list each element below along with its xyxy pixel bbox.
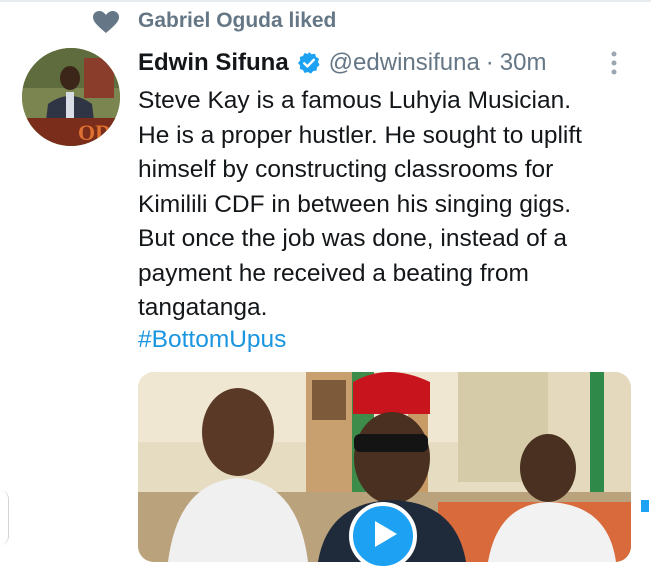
tweet-text: Steve Kay is a famous Luhyia Musician. H…	[138, 87, 582, 321]
tweet-header: Edwin Sifuna @edwinsifuna · 30m	[138, 46, 546, 80]
play-icon	[375, 521, 397, 547]
author-handle[interactable]: @edwinsifuna	[329, 49, 480, 77]
right-edge-element	[641, 500, 649, 512]
verified-badge-icon	[297, 52, 320, 74]
heart-icon	[93, 11, 119, 33]
top-divider	[0, 0, 651, 2]
hashtag-link[interactable]: #BottomUpus	[138, 326, 286, 354]
social-context-text[interactable]: Gabriel Oguda liked	[138, 9, 336, 33]
timestamp[interactable]: 30m	[500, 49, 547, 77]
separator-dot: ·	[485, 49, 494, 76]
more-options-icon[interactable]	[604, 50, 624, 76]
left-edge-element	[0, 490, 9, 545]
author-name[interactable]: Edwin Sifuna	[138, 49, 289, 77]
avatar[interactable]: OD	[22, 48, 120, 146]
avatar-overlay-text: OD	[78, 120, 111, 145]
